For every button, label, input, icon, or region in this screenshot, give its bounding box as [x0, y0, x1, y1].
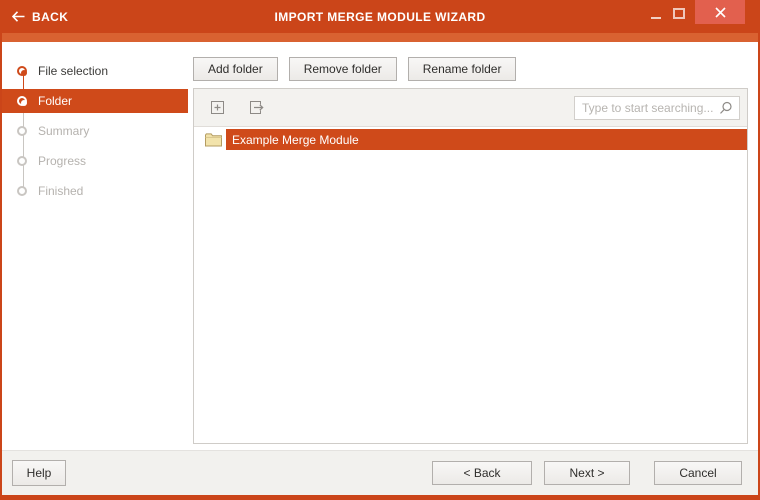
footer-bar: Help < Back Next > Cancel [2, 450, 758, 495]
close-button[interactable] [695, 0, 745, 24]
step-circle-icon [17, 126, 27, 136]
plus-box-icon [211, 101, 224, 114]
wizard-steps-sidebar: File selection Folder Summary Progress F… [2, 42, 188, 450]
search-input[interactable] [582, 100, 719, 115]
back-arrow-icon [12, 11, 25, 22]
step-circle-icon [17, 186, 27, 196]
next-button[interactable]: Next > [544, 461, 630, 485]
back-button[interactable]: BACK [12, 0, 68, 33]
step-summary[interactable]: Summary [2, 116, 188, 146]
titlebar: BACK IMPORT MERGE MODULE WIZARD [0, 0, 760, 33]
maximize-button[interactable] [673, 8, 685, 19]
window-border-bottom [0, 495, 760, 500]
step-file-selection[interactable]: File selection [2, 56, 188, 86]
arrow-out-box-icon [249, 101, 264, 114]
steps-list: File selection Folder Summary Progress F… [2, 56, 188, 216]
folder-actions-row: Add folder Remove folder Rename folder [193, 57, 517, 81]
close-icon [714, 6, 726, 18]
wizard-window: BACK IMPORT MERGE MODULE WIZARD File sel… [0, 0, 760, 500]
step-folder[interactable]: Folder [2, 86, 188, 116]
search-icon [720, 101, 732, 114]
header-accent-strip [0, 33, 760, 42]
window-title: IMPORT MERGE MODULE WIZARD [274, 9, 486, 24]
folder-icon [205, 132, 222, 147]
add-folder-button[interactable]: Add folder [193, 57, 278, 81]
step-label: Summary [38, 124, 90, 138]
step-finished[interactable]: Finished [2, 176, 188, 206]
cancel-button[interactable]: Cancel [654, 461, 742, 485]
step-label: Progress [38, 154, 87, 168]
minimize-icon [651, 17, 661, 19]
tree-row-merge-module[interactable]: Example Merge Module [194, 129, 747, 150]
back-nav-button[interactable]: < Back [432, 461, 532, 485]
window-border-left [0, 33, 2, 500]
minimize-button[interactable] [651, 9, 663, 21]
rename-folder-button[interactable]: Rename folder [407, 57, 517, 81]
remove-folder-button[interactable]: Remove folder [288, 57, 397, 81]
footer-nav-buttons: < Back Next > Cancel [432, 461, 742, 485]
step-progress[interactable]: Progress [2, 146, 188, 176]
expand-node-button[interactable] [207, 97, 228, 118]
tree-search-box [574, 95, 740, 120]
help-button[interactable]: Help [12, 460, 66, 486]
step-circle-icon [17, 156, 27, 166]
collapse-node-button[interactable] [246, 97, 267, 118]
step-label: Folder [38, 94, 73, 108]
step-circle-icon [17, 96, 27, 106]
folder-tree-panel: Example Merge Module [193, 88, 748, 444]
step-label: Finished [38, 184, 84, 198]
back-button-label: BACK [32, 9, 69, 24]
tree-item-label: Example Merge Module [226, 129, 747, 150]
tree-body: Example Merge Module [194, 129, 747, 150]
step-label: File selection [38, 64, 109, 78]
step-circle-icon [17, 66, 27, 76]
tree-toolbar [194, 89, 747, 127]
